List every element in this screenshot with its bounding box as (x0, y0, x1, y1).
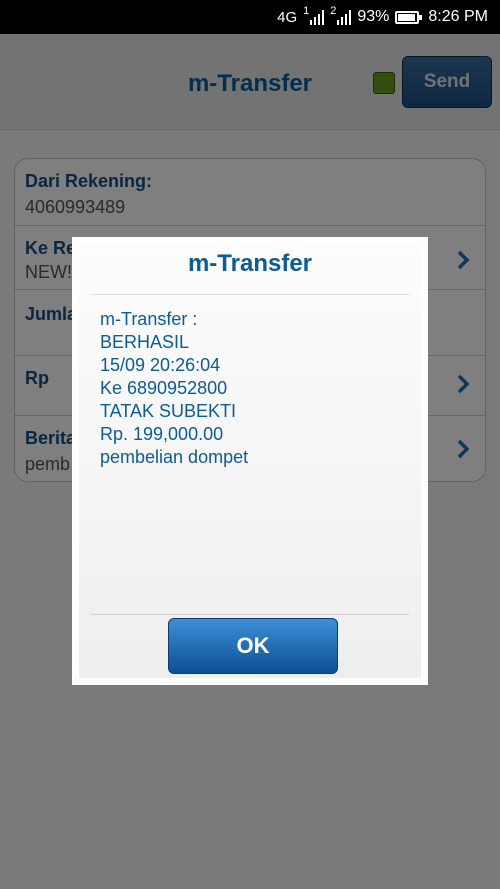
ok-button[interactable]: OK (168, 618, 338, 674)
dialog-message: m-Transfer : BERHASIL 15/09 20:26:04 Ke … (100, 308, 405, 469)
transfer-result-dialog: m-Transfer m-Transfer : BERHASIL 15/09 2… (72, 237, 428, 685)
message-line: Ke 6890952800 (100, 378, 228, 398)
message-line: pembelian dompet (100, 447, 249, 467)
message-line: TATAK SUBEKTI (100, 401, 237, 421)
status-bar: 4G 1 2 93% 8:26 PM (0, 0, 500, 34)
clock: 8:26 PM (428, 8, 488, 25)
sim1-label: 1 (303, 5, 310, 17)
sim2-signal-icon: 2 (330, 5, 352, 25)
divider (91, 614, 409, 615)
battery-icon (395, 10, 423, 24)
sim1-signal-icon: 1 (303, 5, 325, 25)
divider (91, 294, 409, 295)
network-type: 4G (277, 8, 298, 26)
dialog-title: m-Transfer (187, 250, 313, 277)
message-line: BERHASIL (100, 332, 190, 352)
message-line: Rp. 199,000.00 (100, 424, 224, 444)
message-line: m-Transfer : (100, 309, 198, 329)
battery-percent: 93% (357, 8, 390, 25)
message-line: 15/09 20:26:04 (100, 355, 221, 375)
sim2-label: 2 (330, 5, 337, 17)
